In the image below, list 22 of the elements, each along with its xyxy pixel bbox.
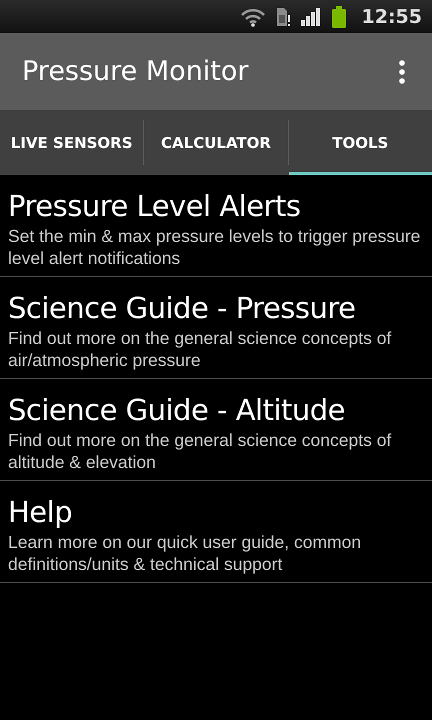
overflow-menu-icon[interactable] bbox=[398, 60, 406, 84]
list-item[interactable]: Pressure Level Alerts Set the min & max pressure levels to trigger pressure level alert notifications bbox=[0, 175, 432, 277]
tab[interactable]: TOOLS bbox=[288, 110, 432, 175]
item-title: Pressure Level Alerts bbox=[8, 189, 302, 223]
app-title: Pressure Monitor bbox=[22, 56, 249, 87]
clock: 12:55 bbox=[362, 6, 422, 28]
wifi-icon bbox=[240, 6, 266, 26]
item-title: Help bbox=[8, 495, 74, 529]
tab[interactable]: LIVE SENSORS bbox=[0, 110, 144, 175]
tab[interactable]: CALCULATOR bbox=[144, 110, 288, 175]
signal-icon bbox=[300, 6, 322, 26]
list-item[interactable]: Help Learn more on our quick user guide, common definitions/units & technical support bbox=[0, 481, 432, 583]
list-item[interactable]: Science Guide - Altitude Find out more on the general science concepts of altitude & elevation bbox=[0, 379, 432, 481]
item-description: Learn more on our quick user guide, common definitions/units & technical support bbox=[8, 531, 362, 575]
item-description: Find out more on the general science concepts of air/atmospheric pressure bbox=[8, 327, 392, 371]
battery-icon bbox=[332, 6, 346, 28]
item-title: Science Guide - Altitude bbox=[8, 393, 346, 427]
sim-card-icon bbox=[276, 6, 290, 26]
item-description: Set the min & max pressure levels to trigger pressure level alert notifications bbox=[8, 225, 422, 269]
item-description: Find out more on the general science concepts of altitude & elevation bbox=[8, 429, 392, 473]
list-item[interactable]: Science Guide - Pressure Find out more on the general science concepts of air/atmospheric pressure bbox=[0, 277, 432, 379]
item-title: Science Guide - Pressure bbox=[8, 291, 357, 325]
